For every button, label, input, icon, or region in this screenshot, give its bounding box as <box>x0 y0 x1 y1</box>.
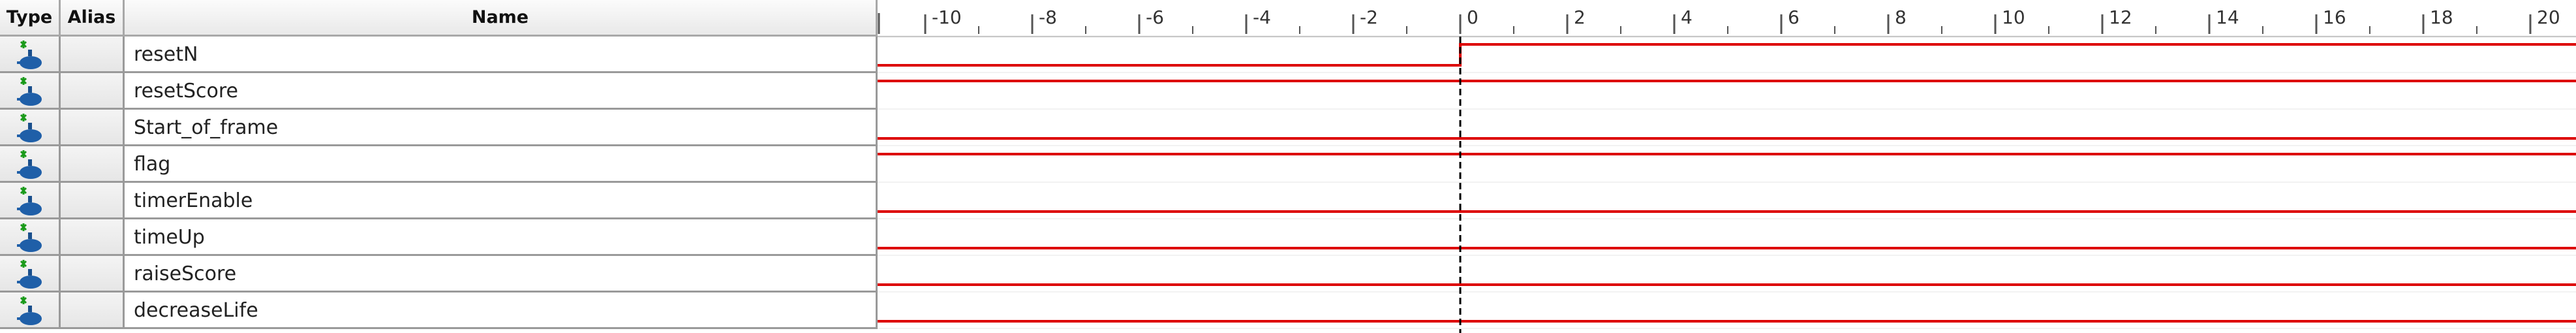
input-pin-icon <box>16 259 46 290</box>
signal-row[interactable]: resetScore <box>0 73 878 110</box>
ruler-tick-label: -10 <box>932 7 962 28</box>
signal-name[interactable]: timerEnable <box>125 183 878 217</box>
ruler-tick-label: -2 <box>1360 7 1378 28</box>
signal-row[interactable]: raiseScore <box>0 256 878 293</box>
input-pin-icon <box>16 185 46 217</box>
alias-cell[interactable] <box>61 73 125 108</box>
alias-cell[interactable] <box>61 37 125 71</box>
input-pin-icon <box>16 149 46 180</box>
column-header-type[interactable]: Type <box>0 0 61 37</box>
ruler-tick-label: -6 <box>1146 7 1164 28</box>
signal-row[interactable]: decreaseLife <box>0 293 878 329</box>
alias-cell[interactable] <box>61 110 125 144</box>
signal-name[interactable]: timeUp <box>125 219 878 254</box>
alias-cell[interactable] <box>61 219 125 254</box>
type-cell <box>0 256 61 291</box>
input-pin-icon <box>16 112 46 144</box>
alias-cell[interactable] <box>61 293 125 327</box>
input-pin-icon <box>16 76 46 107</box>
input-pin-icon <box>16 39 46 71</box>
signal-list: Type Alias Name resetN resetScore Start_of… <box>0 0 878 333</box>
ruler-tick-label: -8 <box>1039 7 1057 28</box>
ruler-tick-label: 12 <box>2109 7 2132 28</box>
signal-name[interactable]: flag <box>125 146 878 181</box>
ruler-tick-label: 8 <box>1895 7 1907 28</box>
signal-row[interactable]: resetN <box>0 37 878 73</box>
ruler-tick-label: 10 <box>2002 7 2025 28</box>
signal-row[interactable]: timerEnable <box>0 183 878 219</box>
column-header-alias[interactable]: Alias <box>61 0 125 37</box>
signal-row[interactable]: flag <box>0 146 878 183</box>
ruler-tick-label: 16 <box>2323 7 2346 28</box>
type-cell <box>0 293 61 327</box>
type-cell <box>0 110 61 144</box>
type-cell <box>0 219 61 254</box>
time-ruler <box>878 0 2576 37</box>
signal-row[interactable]: Start_of_frame <box>0 110 878 146</box>
ruler-tick-label: -4 <box>1253 7 1271 28</box>
signal-name[interactable]: decreaseLife <box>125 293 878 327</box>
type-cell <box>0 146 61 181</box>
column-header-name[interactable]: Name <box>125 0 878 37</box>
ruler-tick-label: 14 <box>2216 7 2239 28</box>
signal-name[interactable]: Start_of_frame <box>125 110 878 144</box>
input-pin-icon <box>16 222 46 253</box>
ruler-tick-label: 0 <box>1467 7 1479 28</box>
input-pin-icon <box>16 295 46 326</box>
type-cell <box>0 37 61 71</box>
ruler-tick-label: 2 <box>1574 7 1586 28</box>
ruler-tick-label: 20 <box>2537 7 2560 28</box>
alias-cell[interactable] <box>61 146 125 181</box>
signal-row[interactable]: timeUp <box>0 219 878 256</box>
alias-cell[interactable] <box>61 183 125 217</box>
signal-name[interactable]: resetN <box>125 37 878 71</box>
ruler-tick-label: 4 <box>1681 7 1693 28</box>
alias-cell[interactable] <box>61 256 125 291</box>
ruler-tick-label: 6 <box>1788 7 1800 28</box>
signal-trace <box>878 43 2576 67</box>
signal-name[interactable]: raiseScore <box>125 256 878 291</box>
type-cell <box>0 183 61 217</box>
ruler-tick-label: 18 <box>2430 7 2453 28</box>
waveform-panel[interactable]: -10 -8 -6 -4 -2 0 2 4 6 8 10 12 14 16 18 20 <box>878 0 2576 333</box>
type-cell <box>0 73 61 108</box>
signal-name[interactable]: resetScore <box>125 73 878 108</box>
